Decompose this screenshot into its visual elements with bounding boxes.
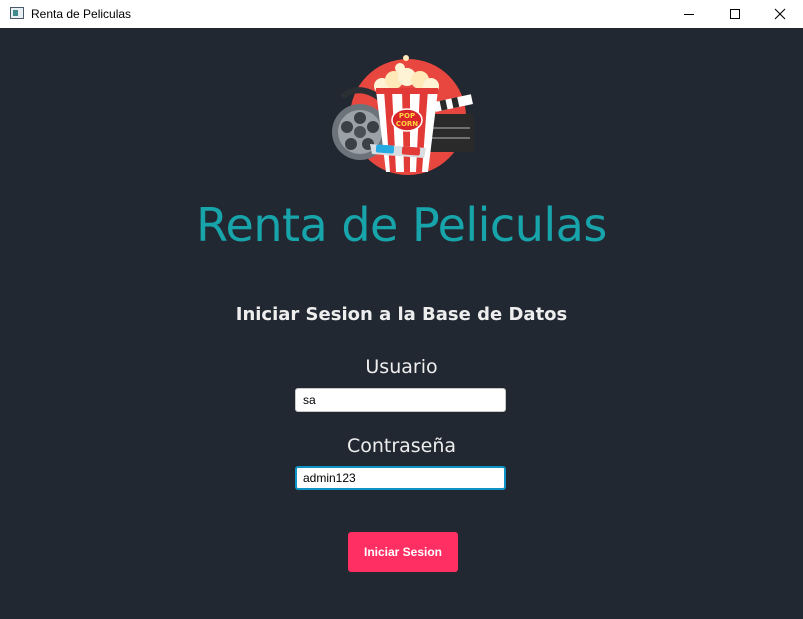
username-field[interactable] [295,388,506,412]
close-button[interactable] [757,0,803,28]
window-titlebar[interactable]: Renta de Peliculas [0,0,803,28]
login-button[interactable]: Iniciar Sesion [348,532,458,572]
close-icon [774,8,786,20]
app-window-icon [10,7,24,19]
maximize-icon [730,9,740,19]
password-field[interactable] [295,466,506,490]
app-title: Renta de Peliculas [196,198,607,252]
svg-text:POP: POP [399,112,415,120]
login-panel: POP CORN Renta de Peliculas Iniciar Sesi… [0,28,803,619]
svg-text:CORN: CORN [396,120,418,128]
password-label: Contraseña [346,435,457,457]
minimize-icon [684,14,694,15]
maximize-button[interactable] [712,0,758,28]
username-label: Usuario [365,356,438,378]
popcorn-film-logo: POP CORN [332,55,474,175]
window-title: Renta de Peliculas [31,7,132,21]
login-subtitle: Iniciar Sesion a la Base de Datos [235,304,568,325]
minimize-button[interactable] [666,0,712,28]
